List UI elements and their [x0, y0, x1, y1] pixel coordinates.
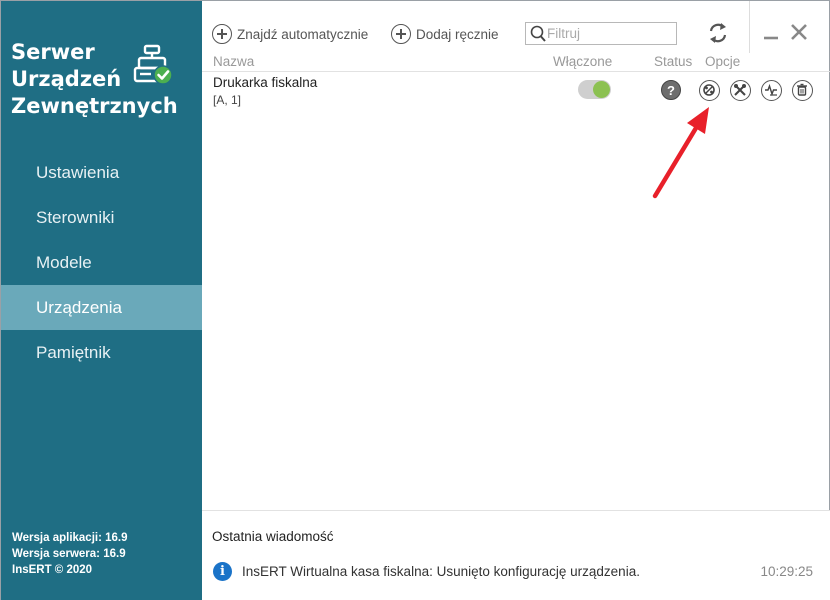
sidebar-item-sterowniki[interactable]: Sterowniki: [1, 195, 202, 240]
find-automatically-button[interactable]: Znajdź automatycznie: [212, 23, 368, 45]
toggle-knob: [593, 81, 610, 98]
device-address: [A, 1]: [213, 93, 242, 107]
app-window: Serwer Urządzeń Zewnętrznych Ustawienia …: [0, 0, 830, 600]
diagnostics-button[interactable]: [761, 80, 782, 101]
table-row[interactable]: Drukarka fiskalna [A, 1] ?: [202, 73, 830, 113]
connection-test-icon: [703, 84, 715, 96]
settings-tools-icon: [734, 84, 746, 96]
minimize-icon[interactable]: [762, 24, 780, 42]
cash-register-check-icon: [133, 44, 173, 85]
last-message-time: 10:29:25: [760, 564, 813, 579]
sidebar-item-urzadzenia[interactable]: Urządzenia: [1, 285, 202, 330]
search-icon: [530, 25, 546, 42]
plus-circle-icon: [391, 24, 411, 44]
toolbar: Znajdź automatycznie Dodaj ręcznie: [202, 1, 830, 53]
sidebar: Serwer Urządzeń Zewnętrznych Ustawienia …: [1, 1, 202, 600]
info-icon: i: [213, 562, 232, 581]
filter-box: [525, 22, 677, 45]
status-unknown-icon: ?: [661, 80, 681, 100]
copyright: InsERT © 2020: [12, 564, 93, 576]
column-header-enabled[interactable]: Włączone: [553, 54, 612, 69]
find-automatically-label: Znajdź automatycznie: [237, 26, 369, 42]
add-manually-button[interactable]: Dodaj ręcznie: [391, 23, 499, 45]
delete-device-button[interactable]: [792, 80, 813, 101]
device-settings-button[interactable]: [730, 80, 751, 101]
refresh-icon[interactable]: [707, 22, 729, 44]
sidebar-nav: Ustawienia Sterowniki Modele Urządzenia …: [1, 150, 202, 375]
server-version: Wersja serwera: 16.9: [12, 548, 126, 560]
column-header-options[interactable]: Opcje: [705, 54, 740, 69]
sidebar-item-ustawienia[interactable]: Ustawienia: [1, 150, 202, 195]
enabled-toggle[interactable]: [578, 80, 611, 99]
sidebar-item-modele[interactable]: Modele: [1, 240, 202, 285]
delete-icon: [797, 83, 807, 96]
column-header-name[interactable]: Nazwa: [213, 54, 254, 69]
grid-header: Nazwa Włączone Status Opcje: [202, 53, 830, 72]
column-header-status[interactable]: Status: [654, 54, 692, 69]
annotation-arrow-icon: [652, 107, 709, 199]
plus-circle-icon: [212, 24, 232, 44]
sidebar-item-pamietnik[interactable]: Pamiętnik: [1, 330, 202, 375]
device-name: Drukarka fiskalna: [213, 75, 318, 90]
last-message-text: InsERT Wirtualna kasa fiskalna: Usunięto…: [242, 564, 640, 579]
close-icon[interactable]: [789, 22, 809, 42]
version-info: Wersja aplikacji: 16.9 Wersja serwera: 1…: [12, 530, 128, 578]
connection-test-button[interactable]: [699, 80, 720, 101]
last-message-panel: Ostatnia wiadomość i InsERT Wirtualna ka…: [202, 510, 830, 600]
toolbar-divider: [749, 1, 750, 53]
add-manually-label: Dodaj ręcznie: [416, 26, 499, 42]
app-title-line-3: Zewnętrznych: [11, 94, 178, 118]
diagnostics-icon: [765, 83, 777, 97]
last-message-title: Ostatnia wiadomość: [212, 529, 334, 544]
filter-input[interactable]: [547, 26, 672, 41]
app-version: Wersja aplikacji: 16.9: [12, 532, 128, 544]
